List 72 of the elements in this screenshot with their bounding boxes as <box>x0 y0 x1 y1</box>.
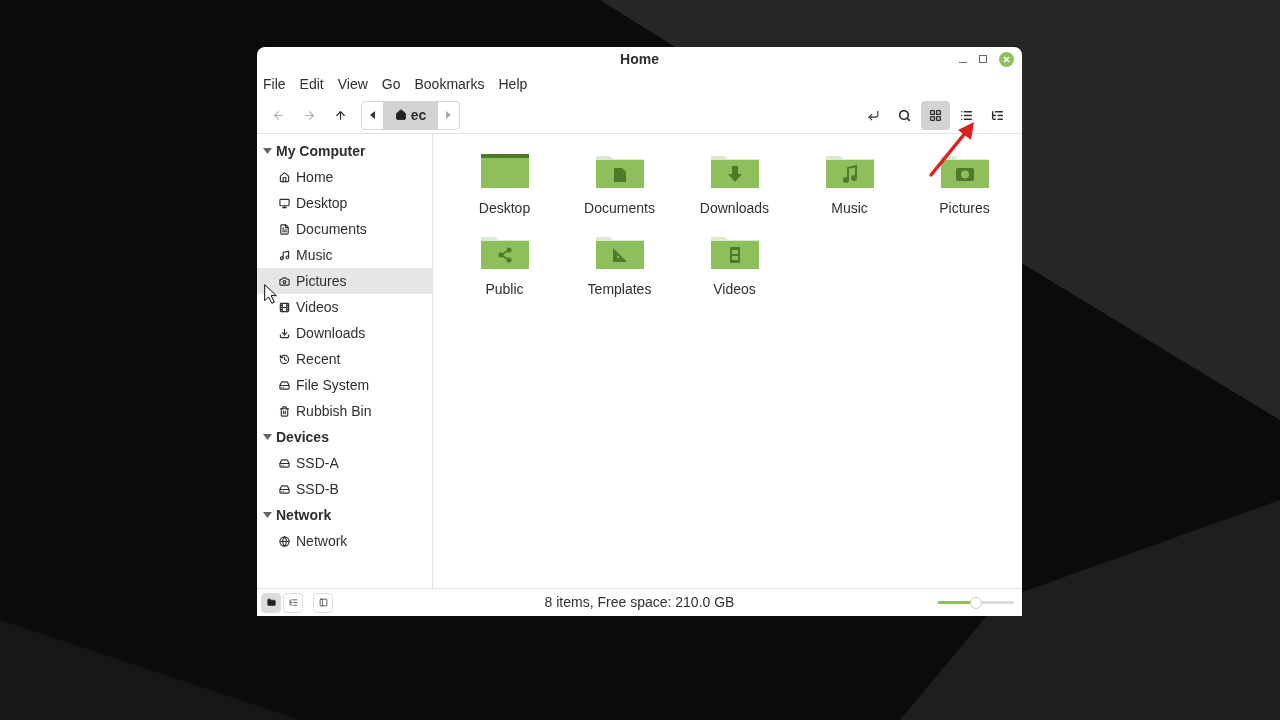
section-heading: Devices <box>276 427 329 447</box>
globe-icon <box>279 535 290 547</box>
folder-item[interactable]: Downloads <box>677 152 792 219</box>
section-heading: My Computer <box>276 141 366 161</box>
minimize-icon[interactable] <box>959 61 967 63</box>
right-triangle-icon <box>446 111 451 119</box>
view-button[interactable] <box>921 100 950 130</box>
folder-item[interactable]: Templates <box>562 233 677 300</box>
expander-icon[interactable] <box>263 512 272 518</box>
panel-icon <box>318 598 328 607</box>
sidebar-item[interactable]: File System <box>257 372 432 398</box>
tree-icon <box>288 598 298 607</box>
document-icon <box>279 223 290 235</box>
music-note-icon <box>279 249 290 261</box>
list-view-icon <box>960 108 973 122</box>
search-icon <box>898 108 911 122</box>
forward-arrow-icon <box>302 108 316 122</box>
mouse-cursor-icon <box>264 284 277 304</box>
slider-thumb[interactable] <box>970 596 982 609</box>
drive-icon <box>279 457 290 469</box>
return-arrow-icon <box>867 108 880 122</box>
menu-item[interactable]: File <box>263 73 286 95</box>
trash-icon <box>279 405 290 417</box>
maximize-icon[interactable] <box>979 55 987 63</box>
sidebar-item[interactable]: Music <box>257 242 432 268</box>
left-triangle-icon <box>370 111 375 119</box>
folder-item[interactable]: Videos <box>677 233 792 300</box>
camera-icon <box>279 275 290 287</box>
download-icon <box>279 327 290 339</box>
sidebar-item[interactable]: Downloads <box>257 320 432 346</box>
folder-icon <box>266 598 276 607</box>
film-icon <box>279 301 290 313</box>
section-heading: Network <box>276 505 332 525</box>
desktop-folder-icon <box>479 152 530 190</box>
monitor-icon <box>279 197 290 209</box>
back-arrow-icon <box>271 108 285 122</box>
up-arrow-icon <box>333 108 347 122</box>
sidebar-item[interactable]: Videos <box>257 294 432 320</box>
sidebar-item[interactable]: SSD-B <box>257 476 432 502</box>
zoom-slider[interactable] <box>938 596 1014 609</box>
menu-item[interactable]: Edit <box>299 73 324 95</box>
expander-icon[interactable] <box>263 148 272 154</box>
sidebar-item[interactable]: Home <box>257 164 432 190</box>
drive-icon <box>279 379 290 391</box>
grid-view-icon <box>929 108 942 122</box>
sidebar-item[interactable]: Pictures <box>257 268 432 294</box>
sidebar-item[interactable]: Documents <box>257 216 432 242</box>
folder-item[interactable]: Public <box>447 233 562 300</box>
compact-view-icon <box>991 108 1004 122</box>
menu-item[interactable]: Go <box>381 73 401 95</box>
drive-icon <box>279 483 290 495</box>
sidebar-item[interactable]: Recent <box>257 346 432 372</box>
home-icon <box>279 171 290 183</box>
breadcrumb-button[interactable]: ec <box>383 101 438 129</box>
sidebar-item[interactable]: Rubbish Bin <box>257 398 432 424</box>
menu-item[interactable]: Help <box>498 73 528 95</box>
menu-item[interactable]: View <box>337 73 368 95</box>
folder-item[interactable]: Desktop <box>447 152 562 219</box>
sidebar-item[interactable]: Network <box>257 528 432 554</box>
folder-item[interactable]: Documents <box>562 152 677 219</box>
window-title: Home <box>620 49 659 69</box>
folder-item[interactable]: Music <box>792 152 907 219</box>
menu-item[interactable]: Bookmarks <box>414 73 485 95</box>
sidebar-toggle-button[interactable] <box>313 592 333 613</box>
home-icon <box>394 109 407 121</box>
history-icon <box>279 353 290 365</box>
folder-item[interactable]: Pictures <box>907 152 1022 219</box>
status-text: 8 items, Free space: 210.0 GB <box>544 593 735 612</box>
expander-icon[interactable] <box>263 434 272 440</box>
sidebar-item[interactable]: SSD-A <box>257 450 432 476</box>
pane-button[interactable] <box>261 592 281 613</box>
sidebar-item[interactable]: Desktop <box>257 190 432 216</box>
